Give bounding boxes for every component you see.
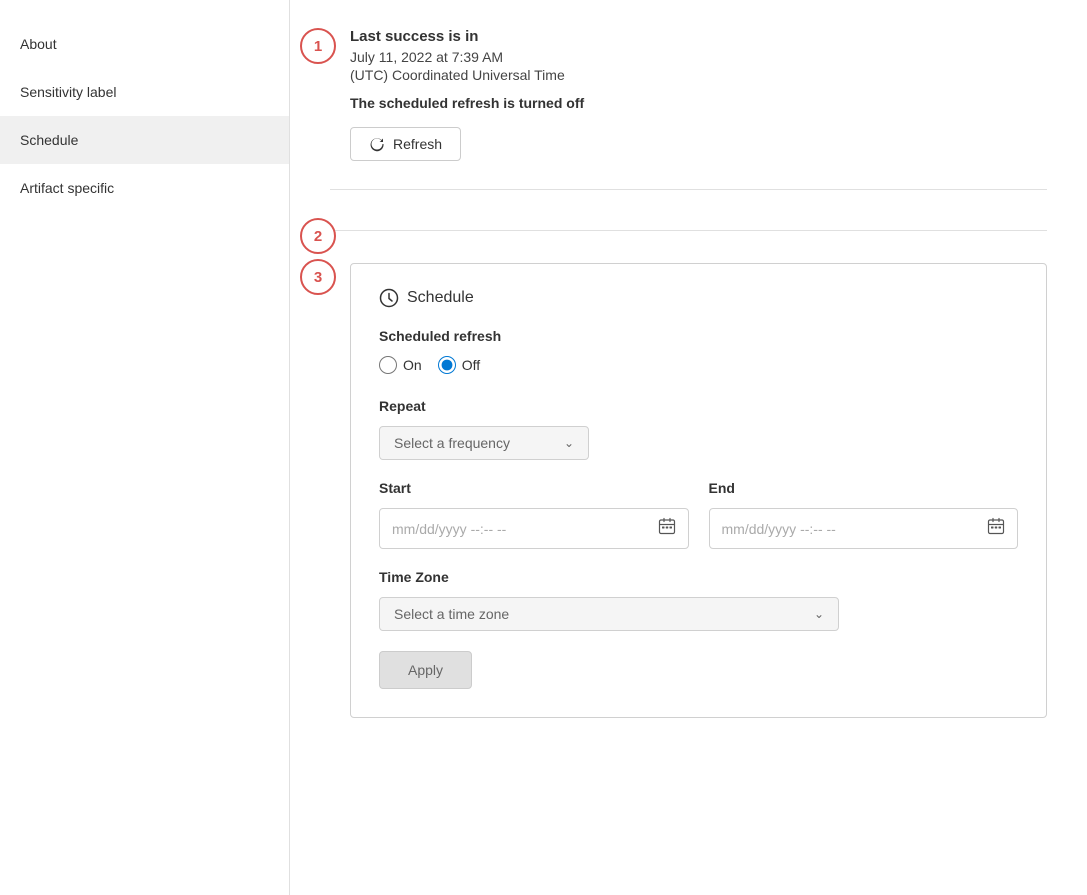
radio-on-label: On <box>403 357 422 373</box>
datetime-row: Start mm/dd/yyyy --:-- -- <box>379 480 1018 549</box>
section-3: 3 Schedule Scheduled refresh <box>290 231 1087 746</box>
sidebar-item-schedule-label: Schedule <box>20 132 78 148</box>
end-calendar-icon <box>987 517 1005 540</box>
start-placeholder: mm/dd/yyyy --:-- -- <box>392 521 506 537</box>
start-label: Start <box>379 480 689 496</box>
sidebar-item-sensitivity-label-text: Sensitivity label <box>20 84 117 100</box>
last-success-date: July 11, 2022 at 7:39 AM <box>350 49 1047 65</box>
radio-off-label: Off <box>462 357 480 373</box>
scheduled-refresh-label: Scheduled refresh <box>379 328 1018 344</box>
schedule-card: Schedule Scheduled refresh On Off <box>350 263 1047 718</box>
radio-on-input[interactable] <box>379 356 397 374</box>
start-field: Start mm/dd/yyyy --:-- -- <box>379 480 689 549</box>
repeat-chevron-icon: ⌄ <box>564 436 574 450</box>
apply-button-label: Apply <box>408 662 443 678</box>
scheduled-off-text: The scheduled refresh is turned off <box>350 95 1047 111</box>
refresh-button[interactable]: Refresh <box>350 127 461 161</box>
sidebar: About Sensitivity label Schedule Artifac… <box>0 0 290 895</box>
end-label: End <box>709 480 1019 496</box>
end-field: End mm/dd/yyyy --:-- -- <box>709 480 1019 549</box>
card-header: Schedule <box>379 288 1018 308</box>
sidebar-item-artifact-specific[interactable]: Artifact specific <box>0 164 289 212</box>
sidebar-item-schedule[interactable]: Schedule <box>0 116 289 164</box>
last-success-title: Last success is in <box>350 28 1047 45</box>
repeat-dropdown[interactable]: Select a frequency ⌄ <box>379 426 589 460</box>
radio-off-input[interactable] <box>438 356 456 374</box>
repeat-placeholder: Select a frequency <box>394 435 510 451</box>
sidebar-item-about[interactable]: About <box>0 20 289 68</box>
main-content: 1 Last success is in July 11, 2022 at 7:… <box>290 0 1087 895</box>
timezone-group: Time Zone Select a time zone ⌄ <box>379 569 1018 631</box>
sidebar-item-sensitivity-label[interactable]: Sensitivity label <box>0 68 289 116</box>
end-input[interactable]: mm/dd/yyyy --:-- -- <box>709 508 1019 549</box>
refresh-icon <box>369 136 385 152</box>
clock-icon <box>379 288 399 308</box>
timezone-placeholder: Select a time zone <box>394 606 509 622</box>
card-title: Schedule <box>407 289 474 307</box>
timezone-label: Time Zone <box>379 569 1018 585</box>
scheduled-refresh-group: Scheduled refresh On Off <box>379 328 1018 374</box>
last-success-timezone: (UTC) Coordinated Universal Time <box>350 67 1047 83</box>
step-badge-3: 3 <box>300 259 336 295</box>
timezone-chevron-icon: ⌄ <box>814 607 824 621</box>
radio-group: On Off <box>379 356 1018 374</box>
end-placeholder: mm/dd/yyyy --:-- -- <box>722 521 836 537</box>
repeat-label: Repeat <box>379 398 1018 414</box>
apply-button[interactable]: Apply <box>379 651 472 689</box>
sidebar-item-artifact-specific-label: Artifact specific <box>20 180 114 196</box>
start-input[interactable]: mm/dd/yyyy --:-- -- <box>379 508 689 549</box>
section-2: 2 <box>290 190 1087 230</box>
step-badge-1: 1 <box>300 28 336 64</box>
sidebar-item-about-label: About <box>20 36 57 52</box>
refresh-button-label: Refresh <box>393 136 442 152</box>
section-1: 1 Last success is in July 11, 2022 at 7:… <box>290 0 1087 189</box>
radio-off[interactable]: Off <box>438 356 480 374</box>
radio-on[interactable]: On <box>379 356 422 374</box>
start-calendar-icon <box>658 517 676 540</box>
repeat-group: Repeat Select a frequency ⌄ <box>379 398 1018 460</box>
timezone-dropdown[interactable]: Select a time zone ⌄ <box>379 597 839 631</box>
